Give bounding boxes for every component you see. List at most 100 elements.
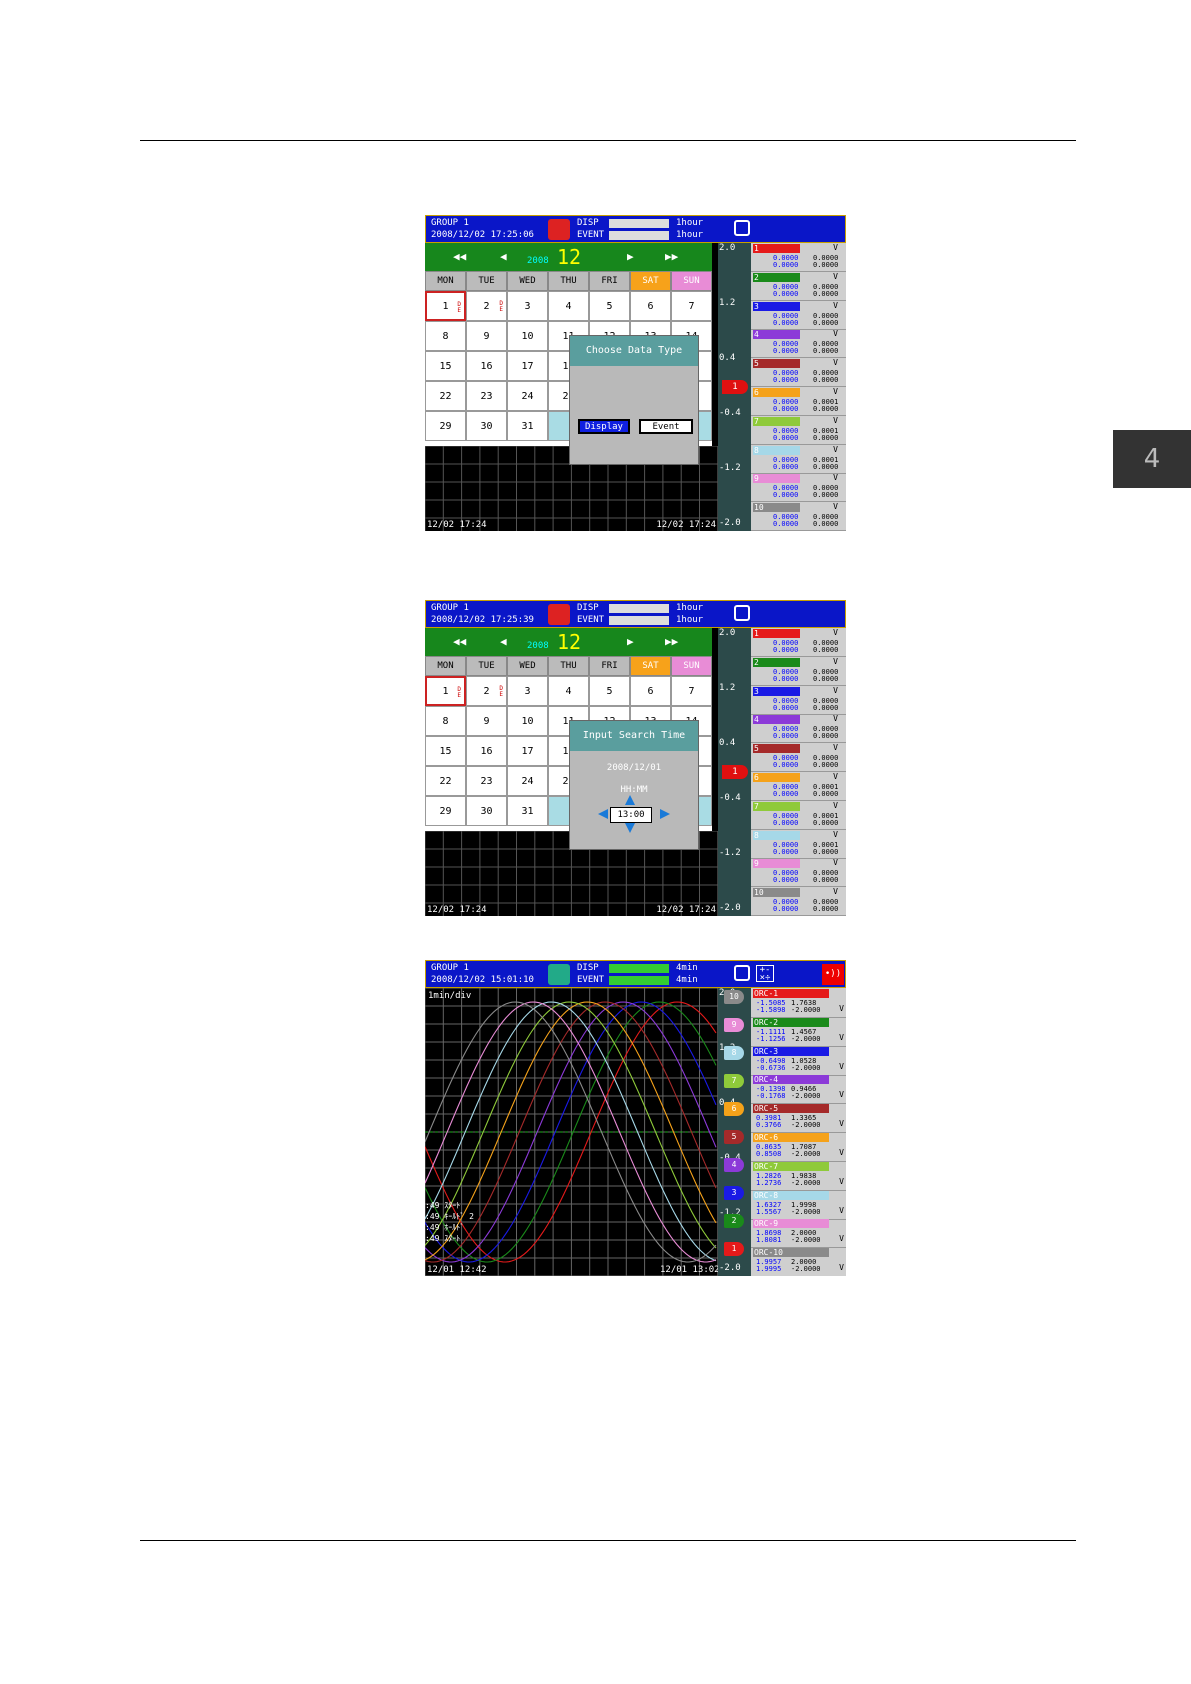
channel-row[interactable]: ORC-1 -1.5085 -1.5898 1.7638 -2.0000 V xyxy=(751,988,846,1018)
calendar-day[interactable]: 17 xyxy=(507,351,548,381)
fast-back-icon[interactable]: ◀◀ xyxy=(453,250,466,263)
down-arrow-icon[interactable] xyxy=(625,823,635,833)
calendar-day[interactable]: 15 xyxy=(425,736,466,766)
calendar-day[interactable]: 4 xyxy=(548,291,589,321)
prev-month-icon[interactable]: ◀ xyxy=(500,635,507,648)
channel-row[interactable]: 1 V 0.0000 0.0000 0.0000 0.0000 xyxy=(751,628,846,657)
channel-number: 1 xyxy=(753,629,800,638)
calendar-day[interactable]: 23 xyxy=(466,766,507,796)
up-arrow-icon[interactable] xyxy=(625,795,635,805)
channel-row[interactable]: 6 V 0.0000 0.0000 0.0001 0.0000 xyxy=(751,772,846,801)
calendar-day[interactable]: 6 xyxy=(630,291,671,321)
calendar-day[interactable]: 6 xyxy=(630,676,671,706)
channel-number: 8 xyxy=(753,445,800,455)
calendar-day[interactable]: 8 xyxy=(425,706,466,736)
calendar-day[interactable]: 22 xyxy=(425,766,466,796)
calendar-day[interactable]: 3 xyxy=(507,291,548,321)
calendar-day[interactable]: 1 DE xyxy=(425,676,466,706)
channel-value: 0.0000 xyxy=(813,703,839,712)
calendar-day[interactable]: 5 xyxy=(589,676,630,706)
calendar-day[interactable]: 1 DE xyxy=(425,291,466,321)
channel-row[interactable]: ORC-10 1.9957 1.9995 2.0000 -2.0000 V xyxy=(751,1247,846,1276)
calendar-day[interactable]: 7 xyxy=(671,291,712,321)
calendar-day[interactable]: 4 xyxy=(548,676,589,706)
next-month-icon[interactable]: ▶ xyxy=(627,250,634,263)
calendar-day[interactable]: 30 xyxy=(466,796,507,826)
channel-row[interactable]: ORC-7 1.2826 1.2736 1.9838 -2.0000 V xyxy=(751,1161,846,1191)
channel-row[interactable]: 5 V 0.0000 0.0000 0.0000 0.0000 xyxy=(751,358,846,388)
memory-sample-icon xyxy=(548,219,570,240)
channel-row[interactable]: 4 V 0.0000 0.0000 0.0000 0.0000 xyxy=(751,329,846,359)
channel-value: 0.0000 xyxy=(773,674,799,683)
calendar-day[interactable]: 22 xyxy=(425,381,466,411)
channel-row[interactable]: 7 V 0.0000 0.0000 0.0001 0.0000 xyxy=(751,416,846,445)
calendar-day[interactable]: 31 xyxy=(507,411,548,441)
calendar-day[interactable]: 10 xyxy=(507,706,548,736)
channel-row[interactable]: 8 V 0.0000 0.0000 0.0001 0.0000 xyxy=(751,445,846,474)
channel-row[interactable]: ORC-6 0.8635 0.8508 1.7087 -2.0000 V xyxy=(751,1132,846,1162)
calendar-day[interactable]: 31 xyxy=(507,796,548,826)
channel-value: 0.0000 xyxy=(773,761,799,770)
calendar-day[interactable]: 24 xyxy=(507,381,548,411)
channel-row[interactable]: 5 V 0.0000 0.0000 0.0000 0.0000 xyxy=(751,743,846,773)
channel-tag: ORC-1 xyxy=(753,989,829,998)
calendar-day[interactable]: 9 xyxy=(466,706,507,736)
channel-row[interactable]: 9 V 0.0000 0.0000 0.0000 0.0000 xyxy=(751,858,846,888)
channel-row[interactable]: 7 V 0.0000 0.0000 0.0001 0.0000 xyxy=(751,801,846,830)
calendar-day[interactable]: 23 xyxy=(466,381,507,411)
calendar-day[interactable]: 29 xyxy=(425,796,466,826)
display-button[interactable]: Display xyxy=(578,419,630,434)
channel-row[interactable]: ORC-5 0.3981 0.3766 1.3365 -2.0000 V xyxy=(751,1103,846,1134)
channel-row[interactable]: 3 V 0.0000 0.0000 0.0000 0.0000 xyxy=(751,686,846,715)
channel-row[interactable]: 9 V 0.0000 0.0000 0.0000 0.0000 xyxy=(751,473,846,503)
calendar-day[interactable]: 29 xyxy=(425,411,466,441)
channel-value: -2.0000 xyxy=(791,1178,821,1187)
right-arrow-icon[interactable] xyxy=(660,809,670,819)
next-month-icon[interactable]: ▶ xyxy=(627,635,634,648)
channel-unit: V xyxy=(833,772,838,781)
event-button[interactable]: Event xyxy=(639,419,693,434)
calendar-day[interactable]: 5 xyxy=(589,291,630,321)
channel-row[interactable]: ORC-8 1.6327 1.5567 1.9998 -2.0000 V xyxy=(751,1190,846,1220)
memory-sample-icon xyxy=(548,604,570,625)
scale-label: 0.4 xyxy=(719,738,736,748)
channel-row[interactable]: 3 V 0.0000 0.0000 0.0000 0.0000 xyxy=(751,301,846,330)
calendar-day[interactable]: 2 DE xyxy=(466,676,507,706)
left-arrow-icon[interactable] xyxy=(598,809,608,819)
calendar-day[interactable]: 16 xyxy=(466,736,507,766)
channel-row[interactable]: 2 V 0.0000 0.0000 0.0000 0.0000 xyxy=(751,657,846,686)
calendar-day[interactable]: 3 xyxy=(507,676,548,706)
prev-month-icon[interactable]: ◀ xyxy=(500,250,507,263)
channel-row[interactable]: ORC-4 -0.1398 -0.1768 0.9466 -2.0000 V xyxy=(751,1074,846,1105)
fast-back-icon[interactable]: ◀◀ xyxy=(453,635,466,648)
calendar-day[interactable]: 10 xyxy=(507,321,548,351)
channel-row[interactable]: 10 V 0.0000 0.0000 0.0000 0.0000 xyxy=(751,887,846,916)
channel-row[interactable]: 6 V 0.0000 0.0000 0.0001 0.0000 xyxy=(751,387,846,416)
fast-forward-icon[interactable]: ▶▶ xyxy=(665,250,678,263)
calendar-day[interactable]: 2 DE xyxy=(466,291,507,321)
calendar-day[interactable]: 30 xyxy=(466,411,507,441)
channel-row[interactable]: 1 V 0.0000 0.0000 0.0000 0.0000 xyxy=(751,243,846,272)
calendar-day[interactable]: 17 xyxy=(507,736,548,766)
calendar-day[interactable]: 15 xyxy=(425,351,466,381)
channel-row[interactable]: ORC-3 -0.6498 -0.6736 1.0528 -2.0000 V xyxy=(751,1046,846,1076)
calendar-day[interactable]: 8 xyxy=(425,321,466,351)
fast-forward-icon[interactable]: ▶▶ xyxy=(665,635,678,648)
calendar-day[interactable]: 24 xyxy=(507,766,548,796)
channel-row[interactable]: 10 V 0.0000 0.0000 0.0000 0.0000 xyxy=(751,502,846,531)
scale-bar: 2.01.20.4-0.4-1.2-2.010987654321 xyxy=(718,988,751,1276)
channel-row[interactable]: 8 V 0.0000 0.0000 0.0001 0.0000 xyxy=(751,830,846,859)
channel-unit: V xyxy=(833,743,838,753)
input-search-time-dialog: Input Search Time 2008/12/01 HH:MM 13:00 xyxy=(569,720,699,850)
calendar-day[interactable]: 9 xyxy=(466,321,507,351)
search-time-input[interactable]: 13:00 xyxy=(610,807,652,823)
channel-row[interactable]: 4 V 0.0000 0.0000 0.0000 0.0000 xyxy=(751,714,846,744)
channel-value: 0.0000 xyxy=(813,876,839,885)
channel-row[interactable]: 2 V 0.0000 0.0000 0.0000 0.0000 xyxy=(751,272,846,301)
channel-number: 4 xyxy=(753,330,800,340)
calendar-day[interactable]: 7 xyxy=(671,676,712,706)
calendar-day[interactable]: 16 xyxy=(466,351,507,381)
channel-row[interactable]: ORC-2 -1.1111 -1.1256 1.4567 -2.0000 V xyxy=(751,1017,846,1047)
data-marker-icon: DE xyxy=(499,300,503,313)
channel-row[interactable]: ORC-9 1.8698 1.8081 2.0000 -2.0000 V xyxy=(751,1218,846,1249)
